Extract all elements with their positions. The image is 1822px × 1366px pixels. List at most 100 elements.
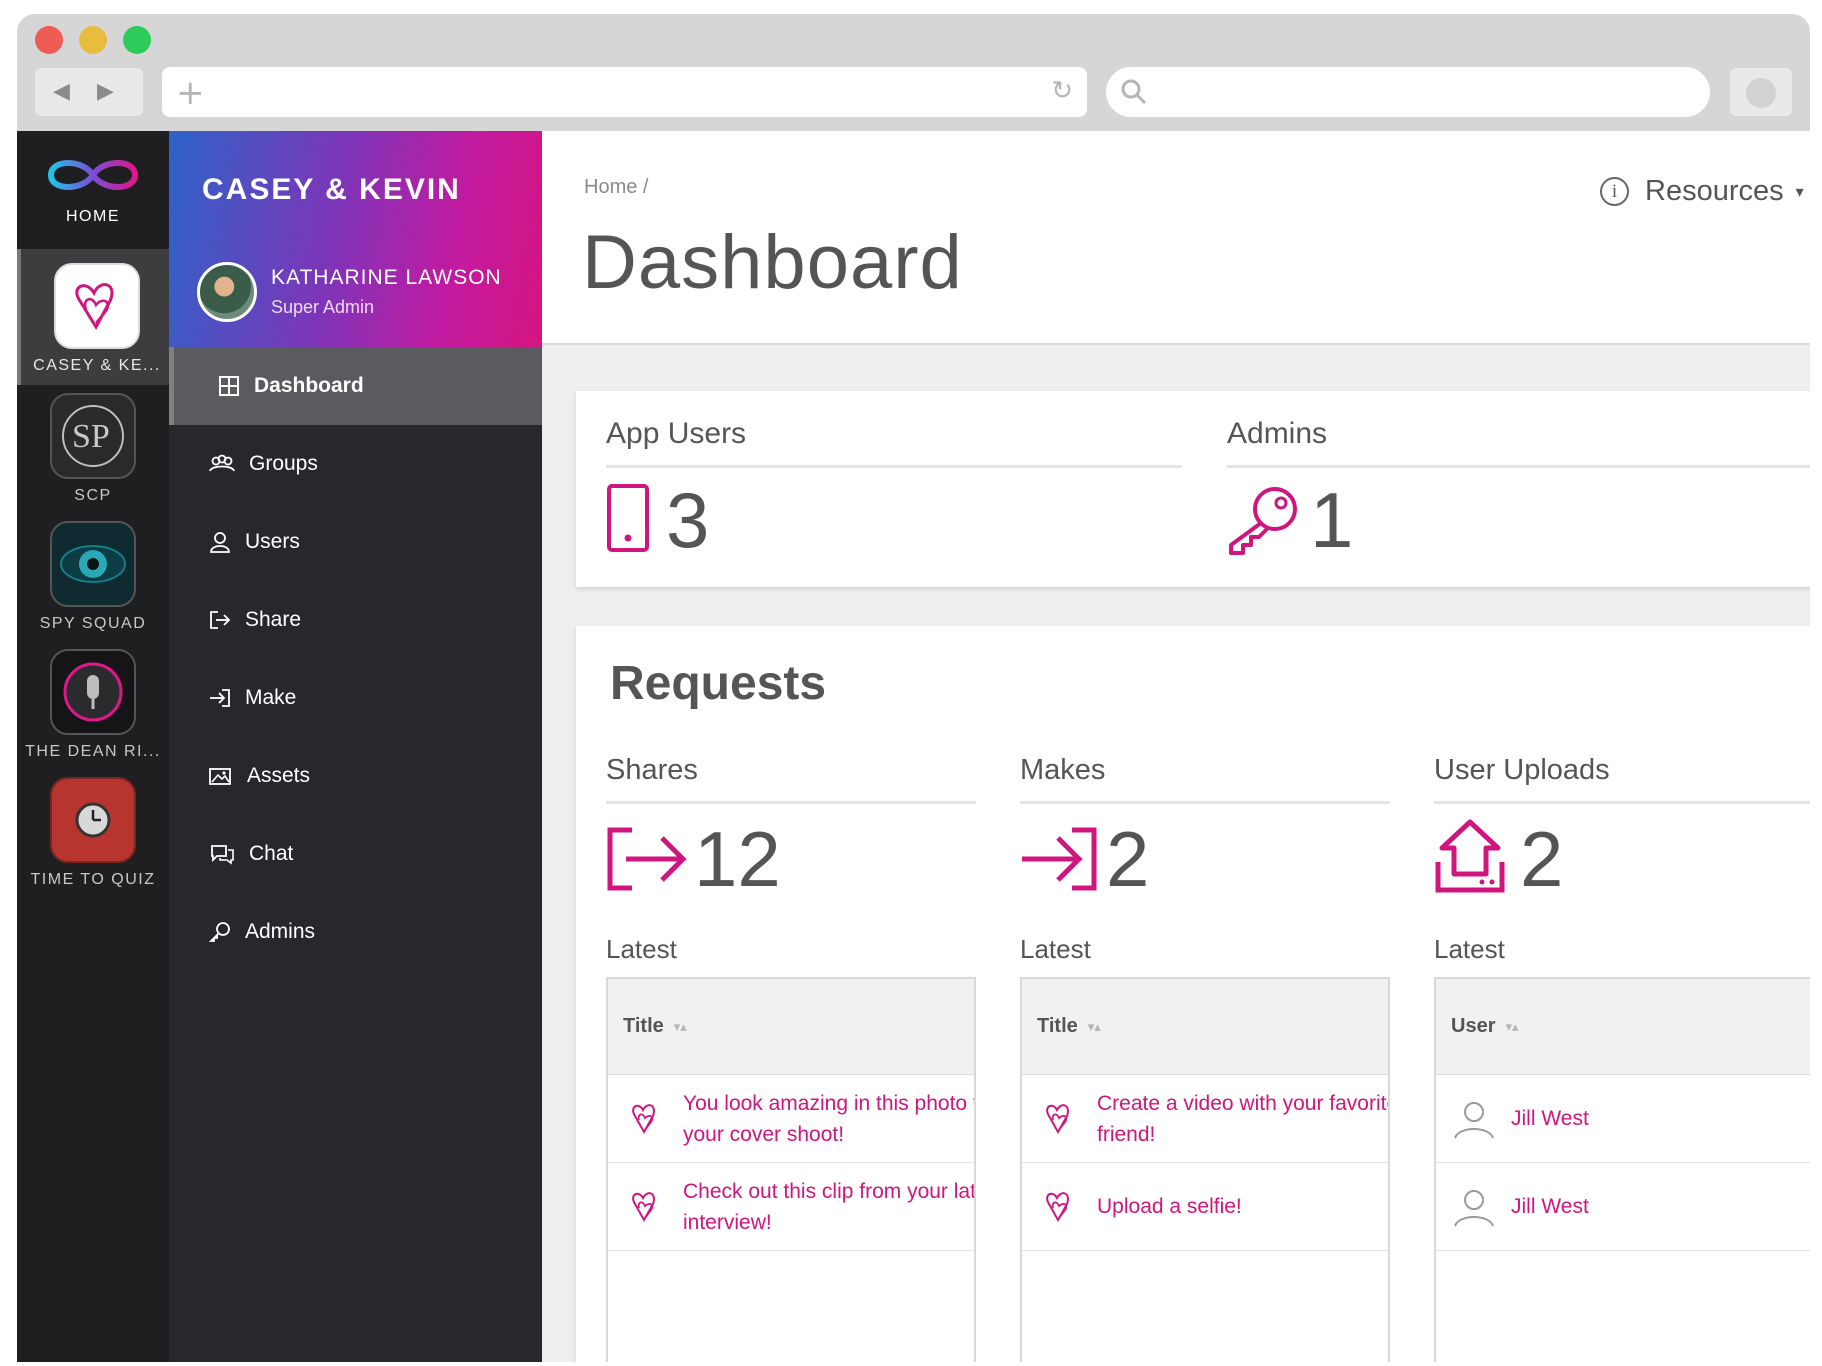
app-rail: HOME CASEY & KE... SP SCP SPY SQUAD THE … (17, 131, 169, 1362)
key-icon (1229, 487, 1297, 555)
close-window-button[interactable] (35, 26, 63, 54)
uploads-table: User ▾▴ Jill West Jill West (1434, 977, 1810, 1362)
browser-titlebar: ◀ ▶ + ↻ (17, 14, 1810, 131)
browser-extension-button[interactable] (1730, 68, 1792, 116)
uploads-value: 2 (1520, 815, 1564, 903)
sidebar-item-label: Chat (249, 842, 294, 865)
user-name-link[interactable]: Jill West (1511, 1107, 1589, 1131)
new-tab-icon[interactable]: + (176, 73, 205, 113)
rail-app-label: CASEY & KE... (33, 357, 161, 374)
table-row[interactable]: Check out this clip from your latest inte… (608, 1163, 974, 1251)
sidebar-item-label: Assets (247, 764, 311, 787)
sidebar-user-name[interactable]: KATHARINE LAWSON (271, 266, 502, 290)
avatar[interactable] (197, 262, 257, 322)
rail-app-label: SPY SQUAD (39, 615, 147, 632)
sidebar-item-users[interactable]: Users (169, 503, 542, 581)
table-row[interactable]: You look amazing in this photo fror your … (608, 1075, 974, 1163)
rail-home-label: HOME (66, 208, 120, 225)
minimize-window-button[interactable] (79, 26, 107, 54)
divider (1020, 801, 1390, 804)
back-icon[interactable]: ◀ (53, 78, 70, 104)
sidebar-item-label: Share (245, 608, 302, 631)
browser-search-bar[interactable] (1106, 67, 1710, 117)
rail-app-label: THE DEAN RI... (25, 743, 161, 760)
main-content: Home / Dashboard i Resources ▾ App Users… (542, 131, 1810, 1362)
sidebar-item-label: Admins (245, 920, 316, 943)
key-icon (209, 922, 230, 942)
rail-home[interactable]: HOME (17, 131, 169, 249)
rail-app-label: SCP (74, 487, 112, 504)
clock-icon (50, 777, 136, 863)
column-title: Title (623, 1015, 664, 1037)
sidebar-item-make[interactable]: Make (169, 659, 542, 737)
row-title: You look amazing in this photo fror your … (683, 1088, 974, 1150)
sidebar-item-groups[interactable]: Groups (169, 425, 542, 503)
app-root: HOME CASEY & KE... SP SCP SPY SQUAD THE … (17, 131, 1810, 1362)
heart-logo-icon (632, 1191, 655, 1222)
resources-label: Resources (1645, 175, 1784, 207)
sidebar-item-admins[interactable]: Admins (169, 893, 542, 971)
heart-logo-icon (1046, 1103, 1069, 1134)
resources-dropdown[interactable]: i Resources ▾ (1600, 175, 1804, 208)
user-name-link[interactable]: Jill West (1511, 1195, 1589, 1219)
row-title: Create a video with your favorite fu frie… (1097, 1088, 1390, 1150)
row-title: Upload a selfie! (1097, 1191, 1242, 1222)
sidebar-item-chat[interactable]: Chat (169, 815, 542, 893)
makes-label: Makes (1020, 754, 1106, 786)
address-bar[interactable]: + ↻ (162, 67, 1087, 117)
share-icon (607, 827, 687, 891)
sort-icon[interactable]: ▾▴ (1505, 1019, 1518, 1035)
info-icon: i (1600, 177, 1629, 206)
table-header[interactable]: User ▾▴ (1436, 979, 1810, 1075)
user-avatar-icon (1454, 1189, 1494, 1227)
sidebar-item-dashboard[interactable]: Dashboard (169, 347, 542, 425)
sidebar-app-name: CASEY & KEVIN (202, 173, 461, 206)
maximize-window-button[interactable] (123, 26, 151, 54)
rail-app-spy-squad[interactable]: SPY SQUAD (17, 507, 169, 643)
sidebar-header: CASEY & KEVIN KATHARINE LAWSON Super Adm… (169, 131, 542, 347)
table-row[interactable]: Jill West (1436, 1075, 1810, 1163)
rail-app-casey-kevin[interactable]: CASEY & KE... (17, 249, 169, 385)
table-header[interactable]: Title ▾▴ (1022, 979, 1388, 1075)
row-title-line: friend! (1097, 1122, 1156, 1146)
sidebar-item-assets[interactable]: Assets (169, 737, 542, 815)
browser-nav-buttons: ◀ ▶ (35, 68, 143, 116)
makes-value: 2 (1106, 815, 1150, 903)
breadcrumb[interactable]: Home / (584, 176, 648, 199)
divider (606, 465, 1182, 468)
sidebar-item-share[interactable]: Share (169, 581, 542, 659)
rail-app-time-to-quiz[interactable]: TIME TO QUIZ (17, 763, 169, 899)
sort-icon[interactable]: ▾▴ (674, 1019, 687, 1035)
chat-icon (211, 845, 234, 865)
user-icon (210, 532, 230, 553)
rail-app-scp[interactable]: SP SCP (17, 379, 169, 515)
forward-icon[interactable]: ▶ (97, 78, 114, 104)
makes-latest-label: Latest (1020, 934, 1091, 964)
shares-table: Title ▾▴ You look amazing in this photo … (606, 977, 976, 1362)
reload-icon[interactable]: ↻ (1051, 76, 1073, 106)
image-icon (209, 768, 231, 785)
shares-value: 12 (694, 815, 781, 903)
admins-value: 1 (1310, 476, 1354, 564)
app-users-value: 3 (666, 476, 710, 564)
sort-icon[interactable]: ▾▴ (1088, 1019, 1101, 1035)
page-title: Dashboard (582, 220, 963, 305)
row-title-line: your cover shoot! (683, 1122, 845, 1146)
heart-logo-icon (632, 1103, 655, 1134)
table-row[interactable]: Create a video with your favorite fu frie… (1022, 1075, 1388, 1163)
table-row[interactable]: Jill West (1436, 1163, 1810, 1251)
rail-app-dean-ri[interactable]: THE DEAN RI... (17, 635, 169, 771)
row-title-line: Create a video with your favorite fu (1097, 1091, 1390, 1115)
user-avatar-icon (1454, 1101, 1494, 1139)
row-title: Check out this clip from your latest inte… (683, 1176, 974, 1238)
app-users-label: App Users (606, 417, 747, 450)
upload-icon (1435, 819, 1505, 893)
table-row[interactable]: Upload a selfie! (1022, 1163, 1388, 1251)
sidebar-item-label: Groups (249, 452, 318, 475)
page-header: Home / Dashboard i Resources ▾ (542, 131, 1810, 345)
table-header[interactable]: Title ▾▴ (608, 979, 974, 1075)
uploads-label: User Uploads (1434, 754, 1610, 786)
requests-card: Requests Shares 12 Latest Title ▾▴ You l… (576, 626, 1810, 1362)
sidebar-item-label: Dashboard (254, 374, 364, 397)
heart-logo-icon (54, 263, 140, 349)
